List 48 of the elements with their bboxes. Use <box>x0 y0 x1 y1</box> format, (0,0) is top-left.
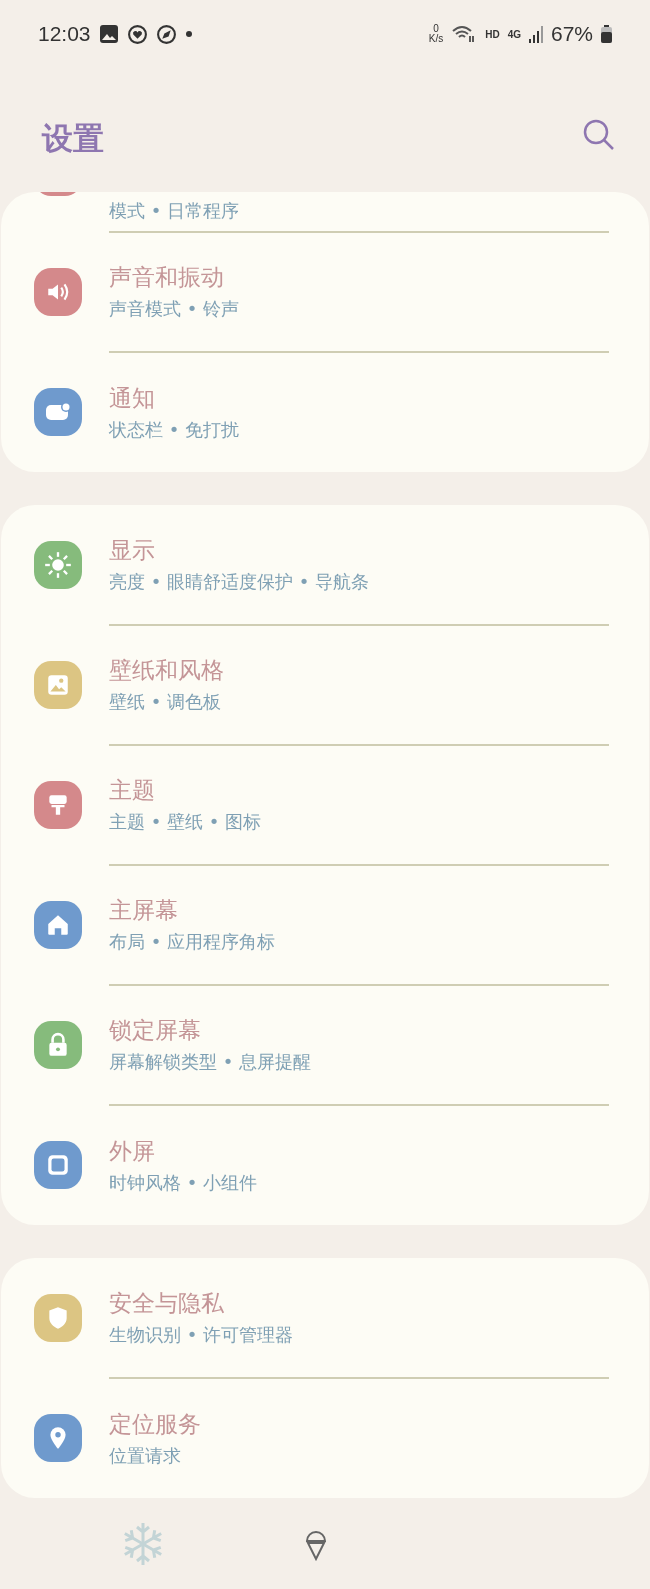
item-title: 锁定屏幕 <box>109 1015 201 1045</box>
item-subtitle: 主题 • 壁纸 • 图标 <box>109 809 262 834</box>
item-title: 主屏幕 <box>109 895 178 925</box>
heart-ring-icon <box>126 23 148 45</box>
clock: 12:03 <box>38 22 91 46</box>
settings-item[interactable]: 外屏 时钟风格 • 小组件 <box>1 1105 649 1225</box>
item-subtitle: 时钟风格 • 小组件 <box>109 1170 258 1195</box>
item-title: 定位服务 <box>109 1409 201 1439</box>
snowflake-icon <box>122 1520 164 1567</box>
item-title: 主题 <box>109 775 155 805</box>
battery-icon <box>601 25 612 43</box>
item-title: 显示 <box>109 535 155 565</box>
network-speed: 0 K/s <box>428 24 444 44</box>
item-title: 声音和振动 <box>109 262 224 292</box>
settings-item[interactable]: 显示 亮度 • 眼睛舒适度保护 • 导航条 <box>1 505 649 625</box>
settings-item[interactable]: 定位服务 位置请求 <box>1 1378 649 1498</box>
settings-item[interactable]: 主屏幕 布局 • 应用程序角标 <box>1 865 649 985</box>
search-icon[interactable] <box>582 118 616 152</box>
item-subtitle: 屏幕解锁类型 • 息屏提醒 <box>109 1049 312 1074</box>
battery-percent: 67% <box>550 22 593 46</box>
dot-icon <box>184 30 193 38</box>
item-subtitle: 模式 • 日常程序 <box>109 199 240 223</box>
settings-item[interactable]: 锁定屏幕 屏幕解锁类型 • 息屏提醒 <box>1 985 649 1105</box>
settings-item[interactable]: 模式 • 日常程序 <box>1 192 649 232</box>
item-subtitle: 布局 • 应用程序角标 <box>109 929 276 954</box>
item-subtitle: 壁纸 • 调色板 <box>109 689 222 714</box>
signal-icon <box>528 25 543 43</box>
image-icon <box>98 24 119 44</box>
item-subtitle: 状态栏 • 免打扰 <box>109 417 240 442</box>
hd-label: HD <box>485 28 500 40</box>
settings-item[interactable]: 安全与隐私 生物识别 • 许可管理器 <box>1 1258 649 1378</box>
item-title: 安全与隐私 <box>109 1288 224 1318</box>
network-type: 4G <box>507 28 521 40</box>
settings-item[interactable]: 壁纸和风格 壁纸 • 调色板 <box>1 625 649 745</box>
screen-icon <box>45 1152 71 1178</box>
item-title: 通知 <box>109 383 155 413</box>
item-title: 外屏 <box>109 1136 155 1166</box>
item-subtitle: 位置请求 <box>109 1443 181 1468</box>
image-icon <box>45 672 71 698</box>
settings-item[interactable]: 通知 状态栏 • 免打扰 <box>1 352 649 472</box>
item-title: 壁纸和风格 <box>109 655 224 685</box>
page-title: 设置 <box>42 119 104 158</box>
settings-item[interactable]: 声音和振动 声音模式 • 铃声 <box>1 232 649 352</box>
sun-icon <box>44 551 72 579</box>
settings-item[interactable]: 主题 主题 • 壁纸 • 图标 <box>1 745 649 865</box>
item-subtitle: 声音模式 • 铃声 <box>109 296 240 321</box>
item-subtitle: 生物识别 • 许可管理器 <box>109 1322 294 1347</box>
item-subtitle: 亮度 • 眼睛舒适度保护 • 导航条 <box>109 569 370 594</box>
